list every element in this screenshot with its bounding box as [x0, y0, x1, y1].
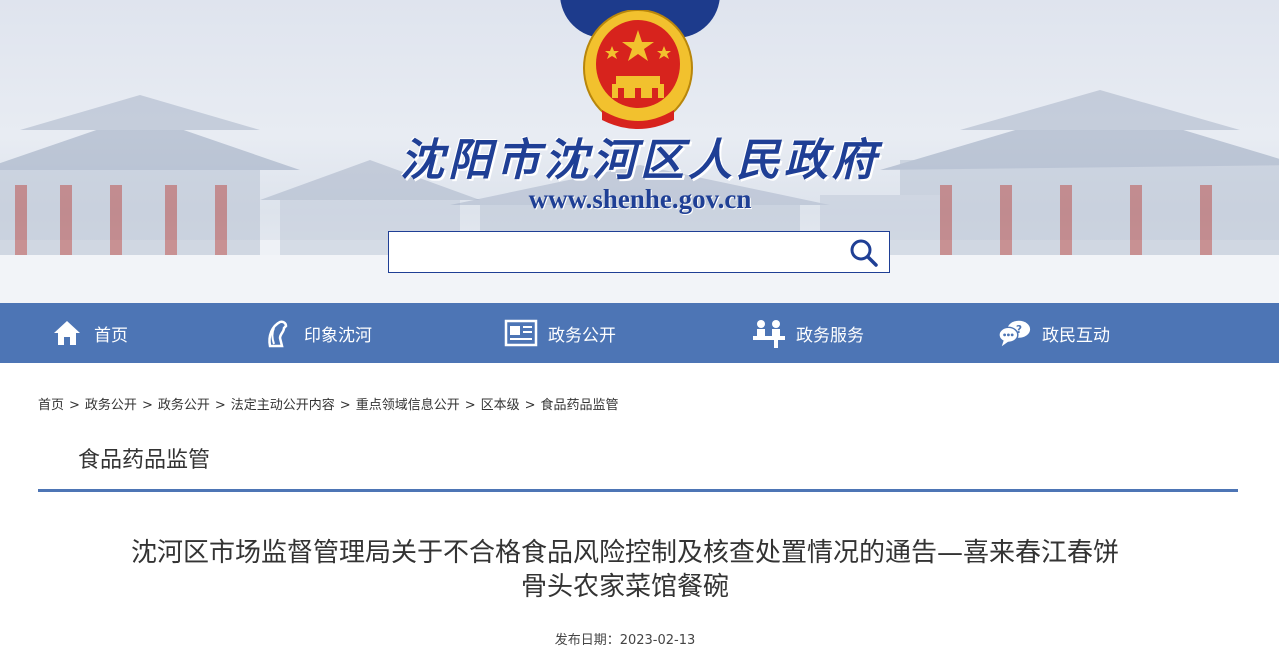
nav-item-label: 政务服务	[796, 325, 864, 346]
breadcrumb-link-gov-affairs-public[interactable]: 政务公开	[85, 398, 137, 413]
site-url: www.shenhe.gov.cn	[528, 184, 752, 214]
nav-item-impression[interactable]: 印象沈河	[260, 303, 372, 363]
article-title-line-1: 沈河区市场监督管理局关于不合格食品风险控制及核查处置情况的通告—喜来春江春饼	[130, 538, 1119, 568]
breadcrumb-link-home[interactable]: 首页	[38, 398, 64, 413]
service-desk-icon	[752, 316, 786, 350]
main-nav: 首页 印象沈河 政务公开 政务服务 ? 政民互动	[0, 303, 1279, 363]
svg-text:?: ?	[1016, 324, 1022, 336]
breadcrumb-separator: >	[464, 398, 476, 413]
breadcrumb-separator: >	[69, 398, 80, 413]
home-icon	[50, 316, 84, 350]
breadcrumb: 首页 > 政务公开 > 政务公开 > 法定主动公开内容 > 重点领域信息公开 > 区本级 > 食品药品监…	[38, 394, 619, 413]
nav-item-gov-services[interactable]: 政务服务	[752, 303, 864, 363]
nav-item-label: 政务公开	[548, 325, 616, 346]
breadcrumb-separator: >	[141, 398, 153, 413]
article-title-line-2: 骨头农家菜馆餐碗	[520, 572, 729, 602]
publish-date: 发布日期：2023-02-13	[0, 629, 1250, 648]
breadcrumb-separator: >	[524, 398, 536, 413]
breadcrumb-link-statutory-disclosure[interactable]: 法定主动公开内容	[231, 398, 335, 413]
horse-icon	[260, 316, 294, 350]
search-bar	[388, 231, 890, 273]
chat-question-icon: ?	[998, 316, 1032, 350]
nav-item-label: 政民互动	[1042, 325, 1110, 346]
nav-item-public-interaction[interactable]: ? 政民互动	[998, 303, 1110, 363]
breadcrumb-link-key-areas[interactable]: 重点领域信息公开	[356, 398, 460, 413]
national-emblem-icon	[583, 10, 693, 129]
section-title: 食品药品监管	[78, 448, 211, 473]
breadcrumb-link-food-drug[interactable]: 食品药品监管	[541, 398, 619, 413]
nav-item-home[interactable]: 首页	[50, 303, 128, 363]
header-banner: 沈阳市沈河区人民政府 www.shenhe.gov.cn	[0, 0, 1279, 303]
article-title: 沈河区市场监督管理局关于不合格食品风险控制及核查处置情况的通告—喜来春江春饼 骨…	[80, 536, 1170, 604]
nav-item-gov-affairs-public[interactable]: 政务公开	[504, 303, 616, 363]
breadcrumb-link-gov-affairs-public-2[interactable]: 政务公开	[158, 398, 210, 413]
breadcrumb-separator: >	[214, 398, 226, 413]
nav-item-label: 印象沈河	[304, 325, 372, 346]
nav-item-label: 首页	[94, 325, 128, 346]
site-title: 沈阳市沈河区人民政府	[400, 135, 880, 186]
breadcrumb-separator: >	[339, 398, 351, 413]
search-icon[interactable]	[849, 238, 879, 268]
section-divider	[38, 489, 1238, 492]
breadcrumb-link-district-level[interactable]: 区本级	[481, 398, 520, 413]
search-input[interactable]	[397, 238, 827, 266]
newspaper-icon	[504, 316, 538, 350]
